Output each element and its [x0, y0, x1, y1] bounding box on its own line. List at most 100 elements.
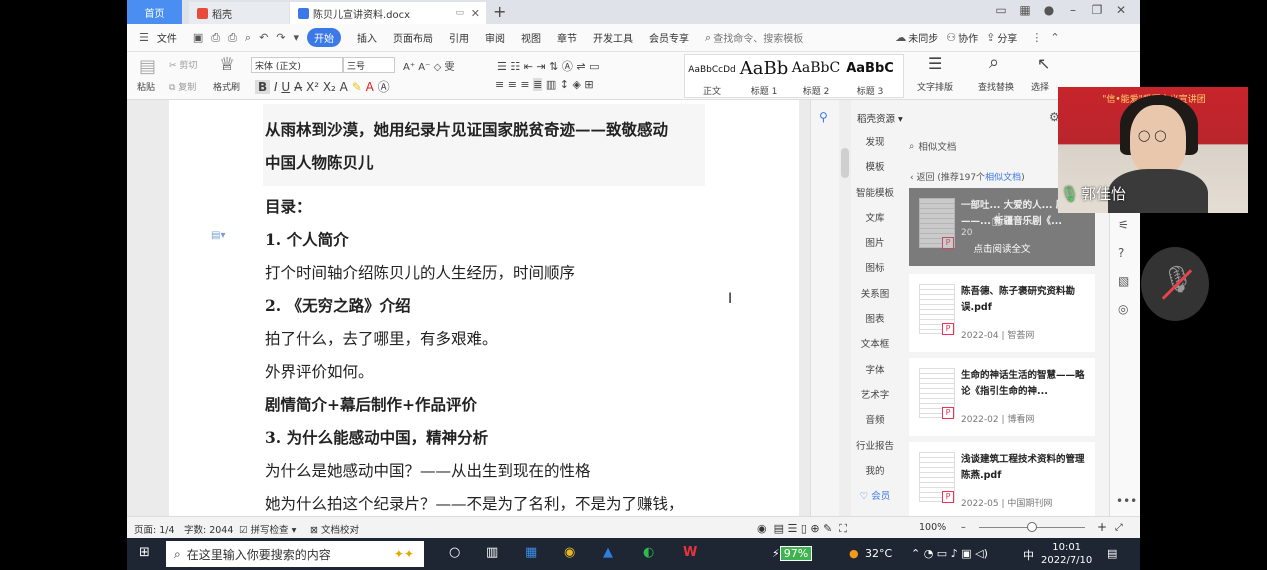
menu-devtools[interactable]: 开发工具: [593, 30, 633, 45]
wechat-icon[interactable]: ◐: [643, 545, 654, 560]
task-view-icon[interactable]: ▥: [486, 545, 498, 560]
pin-icon[interactable]: ▭: [455, 8, 464, 18]
paste-icon[interactable]: ▤: [139, 56, 156, 77]
scrollbar-thumb[interactable]: [841, 148, 849, 178]
more-options-icon[interactable]: •••: [1116, 494, 1137, 508]
collapse-ribbon-icon[interactable]: ⌃: [1050, 31, 1059, 44]
clock[interactable]: 10:01 2022/7/10: [1041, 541, 1092, 567]
font-name-select[interactable]: 宋体 (正文): [251, 57, 343, 73]
style-h1-preview[interactable]: AaBb: [739, 58, 789, 79]
hamburger-icon[interactable]: ☰: [139, 31, 149, 44]
image-tool-icon[interactable]: ▧: [1118, 274, 1129, 288]
select-button[interactable]: 选择: [1031, 80, 1049, 93]
resource-nav-item[interactable]: 图表: [851, 307, 899, 332]
notification-icon[interactable]: ▤: [1107, 547, 1117, 560]
windows-start-icon[interactable]: ⊞: [139, 545, 150, 560]
command-search[interactable]: 查找命令、搜索模板: [713, 30, 803, 45]
collab-button[interactable]: 协作: [958, 30, 978, 45]
menu-insert[interactable]: 插入: [357, 30, 377, 45]
resource-nav-item[interactable]: 图标: [851, 256, 899, 281]
tab-document[interactable]: 陈贝儿宣讲资料.docx ▭ ✕: [290, 2, 486, 24]
resource-nav-item[interactable]: 行业报告: [851, 434, 899, 459]
resource-nav-item[interactable]: 模板: [851, 155, 899, 180]
resource-nav-item[interactable]: 文本框: [851, 332, 899, 357]
mute-button[interactable]: 🎙: [1141, 247, 1209, 321]
print-icon[interactable]: ⎙: [228, 31, 237, 45]
format-painter-icon[interactable]: ♕: [219, 54, 235, 75]
zoom-level[interactable]: 100%: [919, 522, 946, 533]
doc-card[interactable]: P 浅谈建筑工程技术资料的管理 陈燕.pdf 2022-05 | 中国期刊网: [909, 442, 1095, 520]
tab-home[interactable]: 首页: [127, 0, 182, 24]
menu-start[interactable]: 开始: [307, 28, 342, 47]
resource-nav-item[interactable]: 图片: [851, 231, 899, 256]
menu-chapter[interactable]: 章节: [557, 30, 577, 45]
paragraph-list-tools[interactable]: ☰ ☷ ⇤ ⇥ ⇅ Ⓐ ⇌ ▭: [497, 58, 599, 74]
tab-daoke[interactable]: 稻壳: [189, 2, 289, 24]
sync-status[interactable]: 未同步: [908, 30, 938, 45]
avatar[interactable]: ●: [1037, 3, 1061, 17]
word-count[interactable]: 字数: 2044: [184, 522, 233, 536]
restore-icon[interactable]: ❐: [1085, 3, 1109, 17]
save-icon[interactable]: ▣: [193, 31, 203, 44]
menu-view[interactable]: 视图: [521, 30, 541, 45]
doc-card[interactable]: P 陈吾德、陈子褒研究资料勘误.pdf 2022-04 | 智荟网: [909, 274, 1095, 352]
page-count[interactable]: 页面: 1/4: [134, 522, 175, 536]
battery-indicator[interactable]: ⚡ 97%: [772, 546, 813, 561]
menu-file[interactable]: 文件: [157, 30, 177, 45]
layout-icon[interactable]: ▭: [989, 3, 1013, 17]
copy-button[interactable]: ⧉ 复制: [169, 80, 196, 93]
wps-icon[interactable]: W: [683, 545, 697, 560]
format-painter-button[interactable]: 格式刷: [213, 80, 240, 93]
vertical-scrollbar[interactable]: [839, 100, 851, 516]
font-format-tools[interactable]: B I U A̶ X² X₂ A ✎ A Ⓐ: [255, 78, 390, 95]
recommend-link[interactable]: 相似文档: [985, 173, 1021, 183]
photos-icon[interactable]: ▲: [603, 545, 613, 560]
tray-icons[interactable]: ⌃ ◔ ▭ ♪ ▣ ◁): [911, 547, 988, 560]
fullscreen-icon[interactable]: ⤢: [1115, 522, 1123, 533]
minimize-icon[interactable]: –: [1061, 3, 1085, 17]
location-icon[interactable]: ◎: [1118, 302, 1128, 316]
text-layout-icon[interactable]: ☰: [928, 54, 942, 73]
customize-icon[interactable]: ▾: [294, 31, 300, 44]
find-replace-button[interactable]: 查找替换: [978, 80, 1014, 93]
find-icon[interactable]: ⌕: [989, 52, 999, 73]
store-icon[interactable]: ▦: [525, 545, 537, 560]
document-page[interactable]: 从雨林到沙漠，她用纪录片见证国家脱贫奇迹——致敬感动 中国人物陈贝儿 目录： 1…: [169, 100, 799, 516]
video-call-tile[interactable]: "信•能爱"爱国主义宣讲团 ◯◯ 🎙郭佳怡: [1058, 87, 1248, 213]
spell-check-toggle[interactable]: ☑ 拼写检查 ▾: [239, 522, 296, 536]
menu-reference[interactable]: 引用: [449, 30, 469, 45]
paragraph-align-tools[interactable]: ≡ ≡ ≡ ≣ ▥ ↕ ◈ ⊞: [495, 78, 594, 91]
resource-nav-item[interactable]: 音频: [851, 408, 899, 433]
zoom-in-button[interactable]: +: [1097, 520, 1107, 534]
taskbar-search[interactable]: ⌕ 在这里输入你要搜索的内容 ✦✦: [166, 541, 424, 567]
paste-button[interactable]: 粘贴: [137, 80, 155, 93]
chrome-icon[interactable]: ◉: [564, 545, 575, 560]
close-tab-icon[interactable]: ✕: [471, 7, 480, 20]
style-h2-preview[interactable]: AaBbC: [789, 60, 843, 76]
resource-panel-header[interactable]: 稻壳资源 ▾: [857, 111, 903, 125]
proofread-button[interactable]: ⊠ 文档校对: [310, 522, 359, 536]
similar-doc-search[interactable]: ⌕ 相似文档: [909, 136, 1079, 156]
resource-nav-item[interactable]: 我的: [851, 459, 899, 484]
more-icon[interactable]: ⋮: [1031, 31, 1042, 44]
cortana-icon[interactable]: ○: [449, 545, 460, 560]
read-full-text-button[interactable]: 点击阅读全文: [909, 241, 1095, 255]
text-layout-button[interactable]: 文字排版: [917, 80, 953, 93]
resource-nav-item[interactable]: 字体: [851, 358, 899, 383]
new-tab-button[interactable]: +: [493, 2, 506, 21]
resource-nav-item[interactable]: 关系图: [851, 282, 899, 307]
location-pin-icon[interactable]: ⚲: [819, 110, 828, 124]
grid-icon[interactable]: ▦: [1013, 3, 1037, 17]
temperature[interactable]: 32°C: [865, 547, 892, 560]
export-icon[interactable]: ⎙: [211, 31, 220, 45]
menu-vip[interactable]: 会员专享: [649, 30, 689, 45]
style-h3-preview[interactable]: AaBbC: [843, 61, 897, 76]
select-icon[interactable]: ↖: [1037, 54, 1050, 73]
resource-nav-item[interactable]: 文库: [851, 206, 899, 231]
style-normal-preview[interactable]: AaBbCcDd: [687, 65, 737, 75]
font-size-tools[interactable]: A⁺ A⁻ ◇ 雯: [403, 58, 454, 73]
cut-button[interactable]: ✂ 剪切: [169, 58, 197, 71]
menu-layout[interactable]: 页面布局: [393, 30, 433, 45]
help-icon[interactable]: ?: [1118, 246, 1124, 260]
zoom-slider-knob[interactable]: [1027, 522, 1037, 532]
